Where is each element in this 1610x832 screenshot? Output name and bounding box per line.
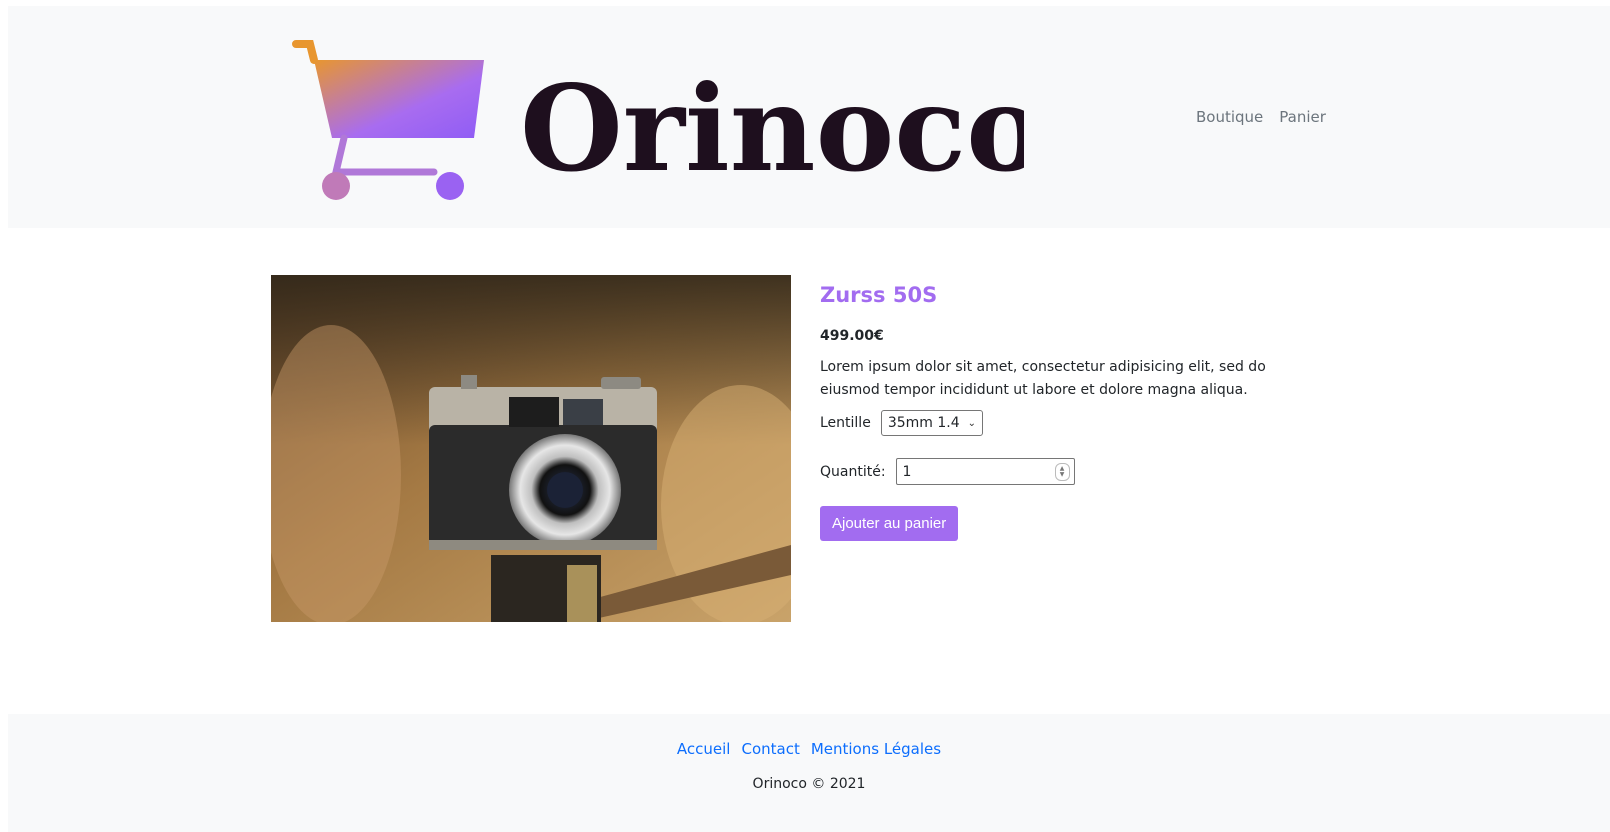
- brand-name: Orinoco: [520, 59, 1024, 198]
- brand-logo[interactable]: Orinoco: [284, 30, 1024, 210]
- product-image: [271, 275, 791, 622]
- product-price: 499.00€: [820, 328, 884, 344]
- site-header: Orinoco Boutique Panier: [8, 6, 1610, 228]
- footer-link-contact[interactable]: Contact: [741, 740, 799, 758]
- quantity-label: Quantité:: [820, 463, 886, 480]
- quantity-row: Quantité: 1 ▲ ▼: [820, 458, 1320, 485]
- footer-links: Accueil Contact Mentions Légales: [8, 740, 1610, 758]
- cart-logo-icon: Orinoco: [292, 40, 1024, 200]
- footer-link-mentions[interactable]: Mentions Légales: [811, 740, 941, 758]
- product-description: Lorem ipsum dolor sit amet, consectetur …: [820, 359, 1266, 398]
- add-to-cart-button[interactable]: Ajouter au panier: [820, 506, 959, 541]
- lens-select[interactable]: 35mm 1.4 ⌄: [880, 410, 984, 436]
- main-nav: Boutique Panier: [1196, 108, 1326, 126]
- chevron-down-icon: ⌄: [967, 417, 977, 429]
- nav-boutique[interactable]: Boutique: [1196, 108, 1263, 126]
- product-details: Zurss 50S 499.00€ Lorem ipsum dolor sit …: [820, 280, 1320, 541]
- lens-row: Lentille 35mm 1.4 ⌄: [820, 410, 1320, 436]
- product-title: Zurss 50S: [820, 283, 938, 307]
- lens-label: Lentille: [820, 415, 871, 431]
- footer-link-accueil[interactable]: Accueil: [677, 740, 731, 758]
- camera-photo: [271, 275, 791, 622]
- site-footer: Accueil Contact Mentions Légales Orinoco…: [8, 714, 1610, 832]
- copyright: Orinoco © 2021: [752, 776, 866, 792]
- quantity-input[interactable]: 1 ▲ ▼: [895, 458, 1075, 485]
- lens-selected-value: 35mm 1.4: [887, 415, 960, 431]
- nav-panier[interactable]: Panier: [1279, 108, 1326, 126]
- spinner-icon[interactable]: ▲ ▼: [1054, 462, 1070, 481]
- quantity-value: 1: [902, 463, 912, 480]
